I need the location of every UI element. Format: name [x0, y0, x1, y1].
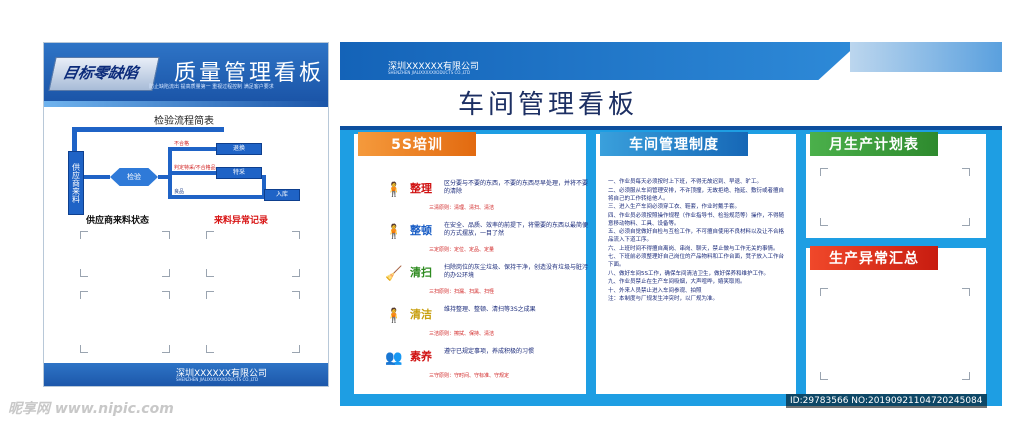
logo-block: 目标零缺陷 — [48, 57, 160, 91]
flow-title: 检验流程简表 — [154, 116, 214, 127]
five-s-name: 整理 — [410, 182, 432, 195]
five-s-item: 👥 素养 遵守已规定事项，养成积极的习惯 三守原则：守时间、守标准、守规定 — [384, 348, 589, 379]
arrow-right-top — [74, 127, 224, 132]
return-box: 退换 — [216, 143, 262, 155]
branch-top — [168, 147, 216, 151]
corner-mark — [820, 218, 828, 226]
corner-mark — [292, 231, 300, 239]
five-s-name: 清扫 — [410, 266, 432, 279]
five-s-desc: 区分要与不要的东西，不要的东西尽早处理，并将不要的清除 — [444, 180, 589, 195]
five-s-principle: 三清原则：清理、清扫、清洁 — [429, 205, 495, 211]
five-s-desc: 维持整理、整顿、清扫等3S之成果 — [444, 306, 536, 313]
corner-mark — [292, 345, 300, 353]
person-arranging-icon: 🧍 — [385, 224, 403, 240]
person-cleaning-icon: 🧍 — [385, 308, 403, 324]
branch-label-good: 良品 — [174, 189, 185, 195]
rules-list: 一、作业员每天必须按时上下班，不得无故迟到、早退、旷工。 二、必须服从车间管理安… — [608, 178, 784, 304]
corner-mark — [80, 291, 88, 299]
rule-item: 注：本制度与厂规发生冲突时，以厂规为准。 — [608, 296, 719, 302]
header-stripe — [340, 126, 1002, 130]
rule-item: 三、进入生产车间必须穿工衣、鞋套，作业时戴手套。 — [608, 204, 741, 210]
corner-mark — [292, 291, 300, 299]
five-s-name: 整顿 — [410, 224, 432, 237]
five-s-item: 🧹 清扫 扫除岗位的灰尘垃圾、保持干净，创造没有垃圾与脏污的办公环境 三扫原则：… — [384, 264, 589, 295]
branch-bottom — [168, 195, 264, 199]
five-s-principle: 三定原则：定位、定品、定量 — [429, 247, 495, 253]
inspect-node: 检验 — [110, 168, 158, 186]
corner-mark — [80, 231, 88, 239]
abnormal-record-label: 来料异常记录 — [214, 216, 269, 226]
corner-mark — [962, 288, 970, 296]
branch-label-special: 判定特采/不合格品 — [174, 165, 216, 171]
five-s-principle: 三扫原则：扫漏、扫黑、扫怪 — [429, 289, 495, 295]
watermark-id: ID:29783566 NO:20190921104720245084 — [786, 394, 987, 408]
five-s-principle: 三洁原则：擦拭、保持、清洁 — [429, 331, 495, 337]
branch-label-reject: 不合格 — [174, 141, 190, 147]
workshop-company-en: SHENZHEN JIALIXXXXXXODUCTS CO.,LTD — [388, 70, 471, 75]
logo-text: 目标零缺陷 — [61, 64, 141, 82]
training-title: 5S培训 — [358, 132, 476, 156]
rule-item: 八、做好车间5S工作，确保车间清洁卫生，做好保养和维护工作。 — [608, 270, 769, 277]
arrow-to-inspect — [84, 175, 110, 179]
workshop-board-title: 车间管理看板 — [458, 90, 639, 120]
corner-mark — [162, 269, 170, 277]
five-s-name: 素养 — [410, 350, 432, 363]
rules-title: 车间管理制度 — [600, 132, 748, 156]
rule-item: 一、作业员每天必须按时上下班，不得无故迟到、早退、旷工。 — [608, 179, 763, 185]
corner-mark — [206, 345, 214, 353]
corner-mark — [162, 291, 170, 299]
corner-mark — [820, 372, 828, 380]
five-s-item: 🧍 清洁 维持整理、整顿、清扫等3S之成果 三洁原则：擦拭、保持、清洁 — [384, 306, 589, 337]
corner-mark — [820, 168, 828, 176]
corner-mark — [820, 288, 828, 296]
rule-item: 二、必须服从车间管理安排，不许顶撞，无故拒绝、拖延、敷衍或者擅自将自己的工作转给… — [608, 187, 785, 202]
person-sorting-icon: 🧍 — [385, 182, 403, 198]
storage-box: 入库 — [264, 189, 300, 201]
quality-board: 目标零缺陷 质量管理看板 防止缺陷流出 提高质量第一 重视过程控制 满足客户要求… — [43, 42, 329, 387]
training-panel: 5S培训 🧍 整理 区分要与不要的东西，不要的东西尽早处理，并将不要的清除 三清… — [354, 132, 589, 394]
corner-mark — [162, 345, 170, 353]
corner-mark — [206, 269, 214, 277]
corner-mark — [292, 269, 300, 277]
rule-item: 五、必须自觉做好自检与互检工作，不可擅自使用不良材料以及让不合格品流入下道工序。 — [608, 229, 785, 243]
rule-item: 七、下班前必须整理好自己岗位的产品物料和工作台面，凳子放入工作台下面。 — [608, 254, 785, 268]
supplier-box: 供应商来料 — [68, 151, 84, 215]
arrow-left-down — [72, 127, 77, 151]
five-s-desc: 扫除岗位的灰尘垃圾、保持干净，创造没有垃圾与脏污的办公环境 — [444, 264, 589, 279]
monthly-plan-title: 月生产计划表 — [810, 132, 938, 156]
rule-item: 六、上班时间不得擅自离岗、串岗、聊天，禁止做与工作无关的事情。 — [608, 245, 779, 252]
corner-mark — [962, 168, 970, 176]
quality-board-footer: 深圳XXXXXX有限公司 SHENZHEN JIALIXXXXXXODUCTS … — [44, 363, 328, 386]
watermark-site: 昵享网 www.nipic.com — [8, 401, 174, 417]
abnormal-summary-title: 生产异常汇总 — [810, 246, 938, 270]
special-box: 特采 — [216, 167, 262, 179]
workshop-board: 深圳XXXXXX有限公司 SHENZHEN JIALIXXXXXXODUCTS … — [340, 42, 1002, 406]
abnormal-summary-panel: 生产异常汇总 — [806, 246, 986, 394]
five-s-name: 清洁 — [410, 308, 432, 321]
corner-mark — [80, 269, 88, 277]
corner-mark — [962, 218, 970, 226]
people-discipline-icon: 👥 — [385, 350, 403, 366]
rule-item: 四、作业员必须按照操作规程（作业指导书、检验规范等）操作，不得随意移动物料、工具… — [608, 212, 785, 227]
footer-company-en: SHENZHEN JIALIXXXXXXODUCTS CO.,LTD — [176, 377, 259, 382]
rules-panel: 车间管理制度 一、作业员每天必须按时上下班，不得无故迟到、早退、旷工。 二、必须… — [596, 132, 796, 394]
rule-item: 九、作业员禁止在生产车间吸烟，大声喧哗，嬉笑取闹。 — [608, 279, 746, 285]
five-s-desc: 在安全、品质、效率的前提下，将需要的东西以最简便的方式摆放，一目了然 — [444, 222, 589, 237]
top-band-light — [850, 42, 1002, 72]
corner-mark — [962, 372, 970, 380]
five-s-principle: 三守原则：守时间、守标准、守规定 — [429, 373, 510, 379]
supplier-status-label: 供应商来料状态 — [86, 216, 150, 226]
quality-slogan: 防止缺陷流出 提高质量第一 重视过程控制 满足客户要求 — [149, 84, 274, 90]
corner-mark — [162, 231, 170, 239]
corner-mark — [206, 231, 214, 239]
person-sweeping-icon: 🧹 — [385, 266, 403, 282]
corner-mark — [206, 291, 214, 299]
monthly-plan-panel: 月生产计划表 — [806, 132, 986, 238]
rule-item: 十、外来人员禁止进入车间参观、拍照 — [608, 287, 702, 294]
corner-mark — [80, 345, 88, 353]
branch-mid — [168, 171, 216, 175]
five-s-item: 🧍 整顿 在安全、品质、效率的前提下，将需要的东西以最简便的方式摆放，一目了然 … — [384, 222, 589, 253]
five-s-item: 🧍 整理 区分要与不要的东西，不要的东西尽早处理，并将不要的清除 三清原则：清理… — [384, 180, 589, 211]
five-s-desc: 遵守已规定事项，养成积极的习惯 — [444, 348, 535, 355]
